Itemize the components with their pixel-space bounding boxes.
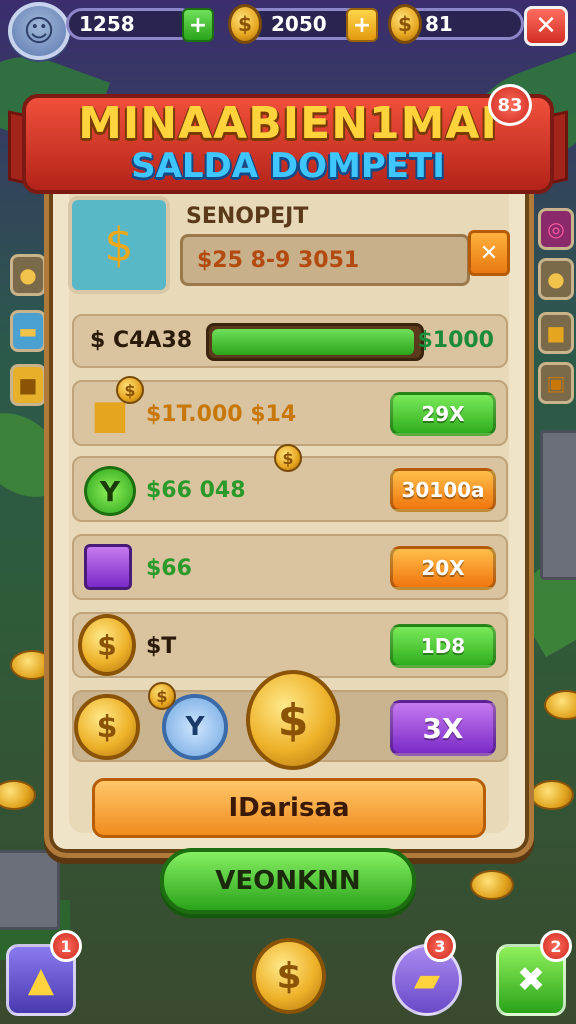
item-text: $66 048: [146, 478, 246, 503]
banner-subtitle: SALDA DOMPETI: [131, 146, 445, 186]
gems-value: 1258: [79, 12, 135, 36]
side-chest-tile[interactable]: ■: [10, 364, 46, 406]
plus-icon: +: [352, 12, 372, 38]
side-target-tile[interactable]: ◎: [538, 208, 574, 250]
item-button[interactable]: 20X: [390, 546, 496, 590]
wallet-label: SENOPEJT: [186, 204, 309, 229]
coin-icon: $: [74, 694, 140, 760]
wallet-balance-value: $25 8-9 3051: [197, 247, 360, 273]
item-button[interactable]: 29X: [390, 392, 496, 436]
list-item: $66 20X: [72, 534, 508, 600]
notification-badge: 2: [540, 930, 572, 962]
confirm-button[interactable]: VEONKNN: [160, 848, 416, 914]
coins-value: 2050: [271, 12, 327, 36]
side-coin-tile[interactable]: ●: [10, 254, 46, 296]
floating-coin-icon: $: [274, 444, 302, 472]
side-gold-bar-tile[interactable]: ▬: [10, 310, 46, 352]
side-coin-tile-right[interactable]: ●: [538, 258, 574, 300]
chest-icon: ■: [18, 373, 38, 397]
coin-icon: ●: [547, 267, 565, 291]
item-button[interactable]: 30100a: [390, 468, 496, 512]
notification-badge: 3: [424, 930, 456, 962]
wallet-balance-field[interactable]: $25 8-9 3051: [180, 234, 470, 286]
item-text: $1T.000 $14: [146, 402, 297, 427]
progress-fill: [212, 329, 414, 355]
avatar-icon: ☺: [23, 13, 55, 49]
notification-badge: 1: [50, 930, 82, 962]
side-crate-tile[interactable]: ▣: [538, 362, 574, 404]
plus-icon: +: [188, 12, 208, 38]
coin-stack-icon: $: [104, 218, 134, 272]
floating-coin-icon: $: [148, 682, 176, 710]
token-icon: Y: [84, 466, 136, 516]
crate-icon: ▣: [546, 371, 566, 395]
item-button[interactable]: 3X: [390, 700, 496, 756]
purple-box-icon: [84, 544, 132, 590]
item-text: $66: [146, 556, 192, 581]
item-button[interactable]: 1D8: [390, 624, 496, 668]
player-avatar[interactable]: ☺: [8, 2, 70, 60]
close-icon: ✕: [535, 11, 557, 41]
top-resource-bar: ☺ 1258 + 2050 $ + 81 $ ✕: [0, 0, 576, 60]
title-banner: MINAABIEN1MAI SALDA DOMPETI 83: [8, 84, 568, 196]
gold-bar-icon: ▬: [18, 319, 38, 343]
wallet-coins-image: $: [68, 196, 170, 294]
large-coin-icon: $: [246, 670, 340, 770]
coin-icon: $: [228, 4, 262, 44]
add-coins-button[interactable]: +: [346, 8, 378, 42]
box-icon: ■: [546, 321, 566, 345]
coin-icon-secondary: $: [388, 4, 422, 44]
target-icon: ◎: [547, 217, 565, 241]
bottom-coin-button[interactable]: $: [252, 938, 326, 1014]
balance-progress-row: $ C4A38 $1000: [72, 314, 508, 368]
tools-icon: ✖: [516, 960, 546, 1000]
progress-bar: [206, 323, 424, 361]
list-item: $ $T 1D8: [72, 612, 508, 678]
banner-title: MINAABIEN1MAI: [78, 98, 498, 149]
map-icon: ▰: [413, 960, 441, 1000]
bell-icon: ▲: [27, 960, 55, 1000]
gems-counter: 1258: [66, 8, 196, 40]
close-icon: ✕: [479, 240, 499, 266]
progress-right-label: $1000: [417, 328, 494, 353]
other-value: 81: [425, 12, 453, 36]
action-button[interactable]: IDarisaa: [92, 778, 486, 838]
list-item: $ Y $ 3X: [72, 670, 508, 770]
side-box-tile[interactable]: ■: [538, 312, 574, 354]
close-button[interactable]: ✕: [524, 6, 568, 46]
coin-icon: $: [78, 614, 136, 676]
floating-coin-icon: $: [116, 376, 144, 404]
add-gems-button[interactable]: +: [182, 8, 214, 42]
item-text: $T: [146, 634, 177, 659]
progress-left-label: $ C4A38: [90, 328, 193, 353]
wallet-clear-button[interactable]: ✕: [468, 230, 510, 276]
coin-icon: ●: [19, 263, 37, 287]
banner-badge: 83: [488, 84, 532, 126]
